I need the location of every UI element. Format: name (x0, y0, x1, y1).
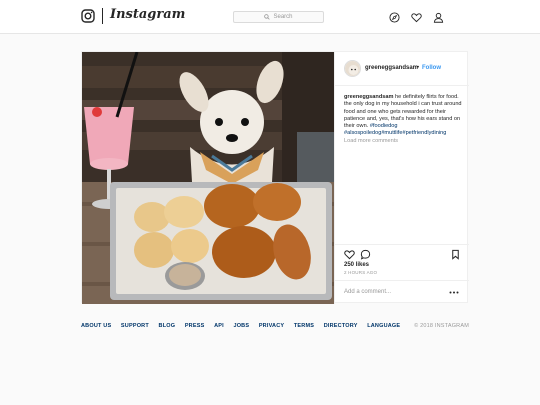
load-more-comments-link[interactable]: Load more comments (344, 138, 398, 144)
post-header: greeneggsandsam • Follow (335, 52, 469, 86)
post-caption: greeneggsandsam he definitely flirts for… (344, 94, 466, 138)
instagram-glyph-icon[interactable] (81, 9, 95, 23)
ellipsis-icon[interactable] (449, 291, 459, 294)
footer-link-support[interactable]: SUPPORT (121, 323, 149, 329)
bookmark-icon[interactable] (450, 249, 461, 260)
compass-icon[interactable] (389, 12, 400, 23)
person-icon[interactable] (433, 12, 444, 23)
caption-username[interactable]: greeneggsandsam (344, 94, 393, 100)
search-input[interactable]: Search (233, 11, 324, 23)
footer-link-jobs[interactable]: JOBS (233, 323, 249, 329)
comment-input[interactable]: Add a comment... (344, 289, 391, 295)
logo-divider (102, 8, 103, 24)
add-comment-row: Add a comment... (335, 280, 469, 303)
footer-link-about-us[interactable]: ABOUT US (81, 323, 111, 329)
copyright-notice: © 2018 INSTAGRAM (414, 323, 469, 329)
follow-button[interactable]: Follow (422, 65, 441, 71)
post-actions-bar (335, 244, 469, 262)
footer-link-api[interactable]: API (214, 323, 224, 329)
dog-and-fried-chicken-photo (82, 52, 334, 304)
footer-link-language[interactable]: LANGUAGE (367, 323, 400, 329)
avatar-image (345, 61, 360, 76)
post-username[interactable]: greeneggsandsam (365, 65, 418, 71)
follow-separator: • (417, 65, 420, 71)
top-navigation-bar: Instagram Search (0, 0, 540, 34)
footer-link-directory[interactable]: DIRECTORY (324, 323, 358, 329)
like-count[interactable]: 250 likes (344, 262, 369, 268)
avatar[interactable] (344, 60, 361, 77)
footer-link-blog[interactable]: BLOG (159, 323, 176, 329)
post-photo[interactable] (82, 52, 334, 304)
footer-links: ABOUT US SUPPORT BLOG PRESS API JOBS PRI… (81, 323, 410, 329)
heart-icon[interactable] (411, 12, 422, 23)
search-placeholder: Search (273, 14, 293, 20)
post-card: greeneggsandsam • Follow greeneggsandsam… (81, 51, 469, 304)
footer-link-press[interactable]: PRESS (185, 323, 205, 329)
speech-bubble-icon[interactable] (360, 249, 371, 260)
heart-outline-icon[interactable] (344, 249, 355, 260)
instagram-wordmark[interactable]: Instagram (110, 7, 185, 22)
search-icon (264, 14, 271, 20)
post-sidebar: greeneggsandsam • Follow greeneggsandsam… (334, 52, 469, 304)
post-timestamp: 2 HOURS AGO (344, 270, 378, 275)
footer-link-privacy[interactable]: PRIVACY (259, 323, 284, 329)
footer-link-terms[interactable]: TERMS (294, 323, 314, 329)
